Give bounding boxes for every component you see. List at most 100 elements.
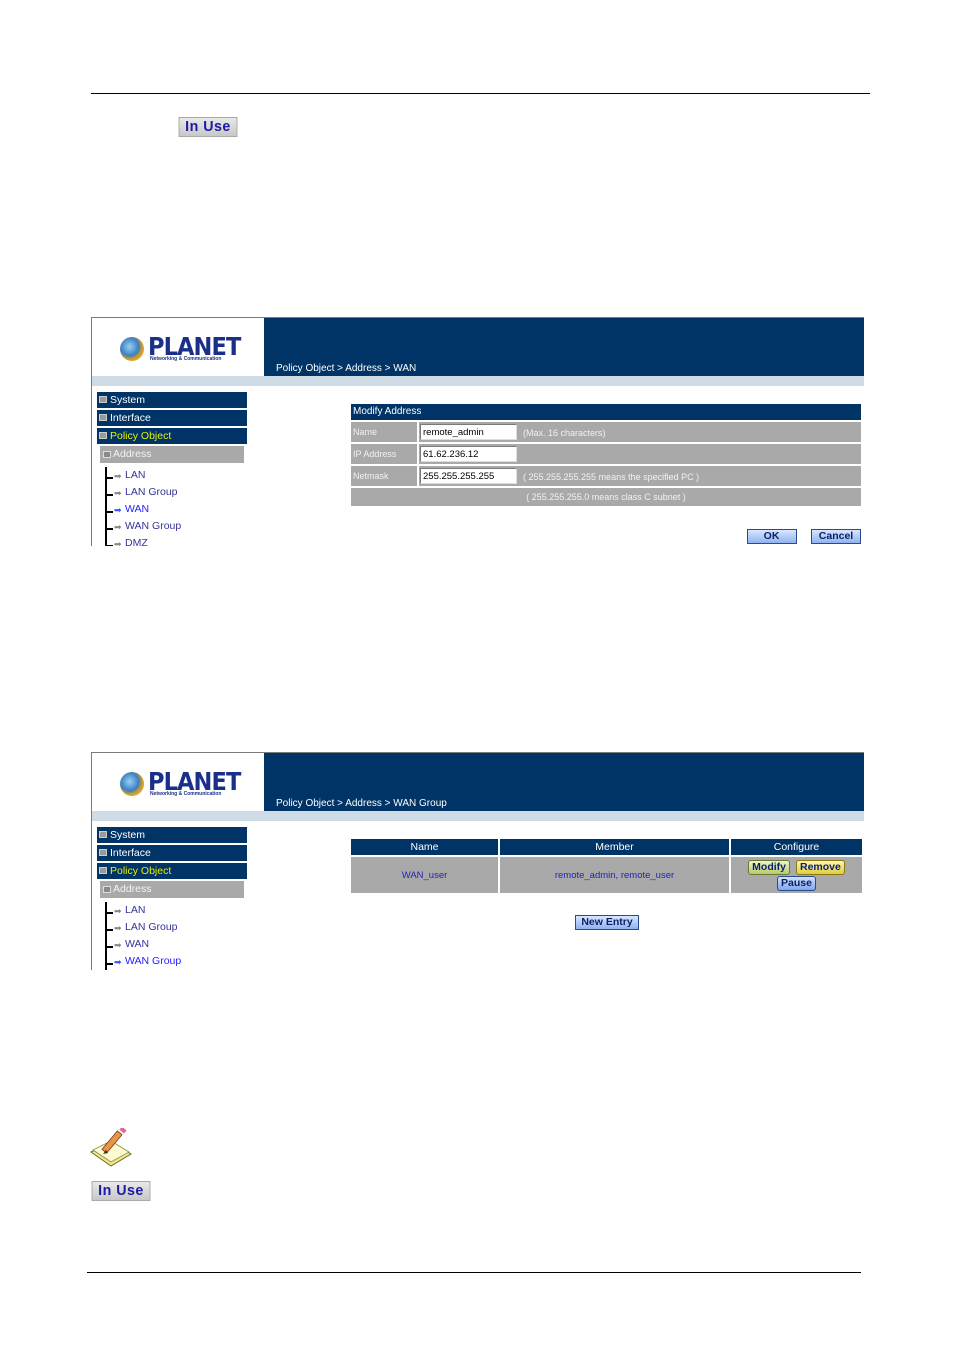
table-header: Name Member Configure [351, 839, 862, 855]
address-tree: ➡ LAN ➡ LAN Group ➡ WAN ➡ WAN Group ➡ DMZ [105, 467, 247, 546]
netmask-label: Netmask [353, 471, 389, 481]
form-actions: OK Cancel [737, 526, 861, 544]
netmask-row: Netmask ( 255.255.255.255 means the spec… [351, 466, 861, 486]
column-divider [417, 422, 419, 442]
tree-item-label: WAN Group [125, 520, 182, 532]
name-row: Name (Max. 16 characters) [351, 422, 861, 442]
banner: PLANET Networking & Communication Policy… [92, 318, 864, 376]
sidebar-item-interface[interactable]: Interface [97, 410, 247, 426]
banner-navy: Policy Object > Address > WAN Group [264, 753, 864, 811]
tree-item-wan[interactable]: ➡ WAN [107, 936, 247, 953]
tree-item-label: LAN [125, 904, 146, 916]
sidebar-item-system[interactable]: System [97, 392, 247, 408]
expand-icon [99, 396, 107, 403]
footer-rule [87, 1272, 861, 1273]
sidebar-item-label: Policy Object [110, 430, 172, 442]
tree-item-wan-group[interactable]: ➡ WAN Group [107, 518, 247, 535]
arrow-right-icon: ➡ [114, 522, 122, 532]
column-header-name: Name [351, 839, 498, 855]
tree-item-label: DMZ [125, 537, 148, 546]
wan-group-table: Name Member Configure WAN_user remote_ad… [351, 839, 862, 893]
table-row: WAN_user remote_admin, remote_user Modif… [351, 857, 862, 893]
in-use-badge-top: In Use [178, 117, 238, 137]
tree-item-label: LAN [125, 469, 146, 481]
expand-icon [99, 849, 107, 856]
address-tree: ➡ LAN ➡ LAN Group ➡ WAN ➡ WAN Group [105, 902, 247, 970]
tree-item-wan-group[interactable]: ➡ WAN Group [107, 953, 247, 970]
netmask-footer-hint: ( 255.255.255.0 means class C subnet ) [351, 488, 861, 506]
collapse-icon [103, 886, 111, 893]
arrow-right-icon: ➡ [114, 940, 122, 950]
ip-address-input[interactable] [420, 446, 517, 462]
planet-logo: PLANET Networking & Communication [120, 767, 241, 799]
sidebar-subitem-address[interactable]: Address [100, 446, 244, 463]
logo-area: PLANET Networking & Communication [92, 753, 264, 811]
tree-item-label: WAN Group [125, 955, 182, 967]
new-entry-button[interactable]: New Entry [575, 915, 639, 930]
expand-icon [99, 831, 107, 838]
tree-item-label: LAN Group [125, 921, 178, 933]
collapse-icon [99, 432, 107, 439]
tree-item-lan[interactable]: ➡ LAN [107, 902, 247, 919]
arrow-right-icon: ➡ [114, 957, 122, 967]
ip-address-row: IP Address [351, 444, 861, 464]
sidebar: System Interface Policy Object Address ➡… [97, 392, 247, 546]
sidebar-subitem-address[interactable]: Address [100, 881, 244, 898]
sidebar-item-policy-object[interactable]: Policy Object [97, 863, 247, 879]
column-divider [417, 444, 419, 464]
tree-item-label: WAN [125, 938, 150, 950]
globe-icon [120, 337, 144, 361]
banner-divider [92, 376, 864, 386]
screenshot-wan-group: PLANET Networking & Communication Policy… [91, 752, 864, 970]
tree-item-lan-group[interactable]: ➡ LAN Group [107, 484, 247, 501]
sidebar-subitem-label: Address [113, 448, 152, 460]
tree-item-dmz[interactable]: ➡ DMZ [107, 535, 247, 546]
sidebar-item-label: Policy Object [110, 865, 172, 877]
arrow-right-icon: ➡ [114, 488, 122, 498]
pencil-note-icon [90, 1128, 132, 1167]
sidebar-item-system[interactable]: System [97, 827, 247, 843]
tree-item-label: LAN Group [125, 486, 178, 498]
ip-address-label: IP Address [353, 449, 397, 459]
arrow-right-icon: ➡ [114, 539, 122, 546]
ok-button[interactable]: OK [746, 529, 797, 544]
logo-tagline: Networking & Communication [150, 791, 222, 797]
banner-divider [92, 811, 864, 821]
in-use-badge-bottom: In Use [91, 1181, 151, 1201]
netmask-input[interactable] [420, 468, 517, 484]
name-input[interactable] [420, 424, 517, 440]
cancel-button[interactable]: Cancel [811, 529, 861, 544]
tree-item-lan[interactable]: ➡ LAN [107, 467, 247, 484]
logo-area: PLANET Networking & Communication [92, 318, 264, 376]
cell-configure: Modify Remove Pause [731, 857, 862, 893]
column-header-configure: Configure [731, 839, 862, 855]
collapse-icon [99, 867, 107, 874]
arrow-right-icon: ➡ [114, 505, 122, 515]
globe-icon [120, 772, 144, 796]
expand-icon [99, 414, 107, 421]
banner-navy: Policy Object > Address > WAN [264, 318, 864, 376]
logo-tagline: Networking & Communication [150, 356, 222, 362]
breadcrumb: Policy Object > Address > WAN Group [276, 798, 447, 809]
header-rule [91, 93, 870, 94]
collapse-icon [103, 451, 111, 458]
pause-button[interactable]: Pause [777, 875, 816, 891]
sidebar: System Interface Policy Object Address ➡… [97, 827, 247, 970]
breadcrumb: Policy Object > Address > WAN [276, 363, 417, 374]
remove-button[interactable]: Remove [795, 859, 845, 875]
form-title: Modify Address [351, 404, 861, 420]
sidebar-subitem-label: Address [113, 883, 152, 895]
name-hint: (Max. 16 characters) [523, 428, 606, 438]
column-header-member: Member [500, 839, 729, 855]
name-label: Name [353, 427, 378, 437]
modify-button[interactable]: Modify [748, 859, 790, 875]
tree-item-lan-group[interactable]: ➡ LAN Group [107, 919, 247, 936]
arrow-right-icon: ➡ [114, 906, 122, 916]
tree-item-wan[interactable]: ➡ WAN [107, 501, 247, 518]
sidebar-item-label: Interface [110, 847, 151, 859]
arrow-right-icon: ➡ [114, 471, 122, 481]
sidebar-item-policy-object[interactable]: Policy Object [97, 428, 247, 444]
arrow-right-icon: ➡ [114, 923, 122, 933]
sidebar-item-interface[interactable]: Interface [97, 845, 247, 861]
modify-address-form: Modify Address Name (Max. 16 characters)… [351, 404, 861, 508]
